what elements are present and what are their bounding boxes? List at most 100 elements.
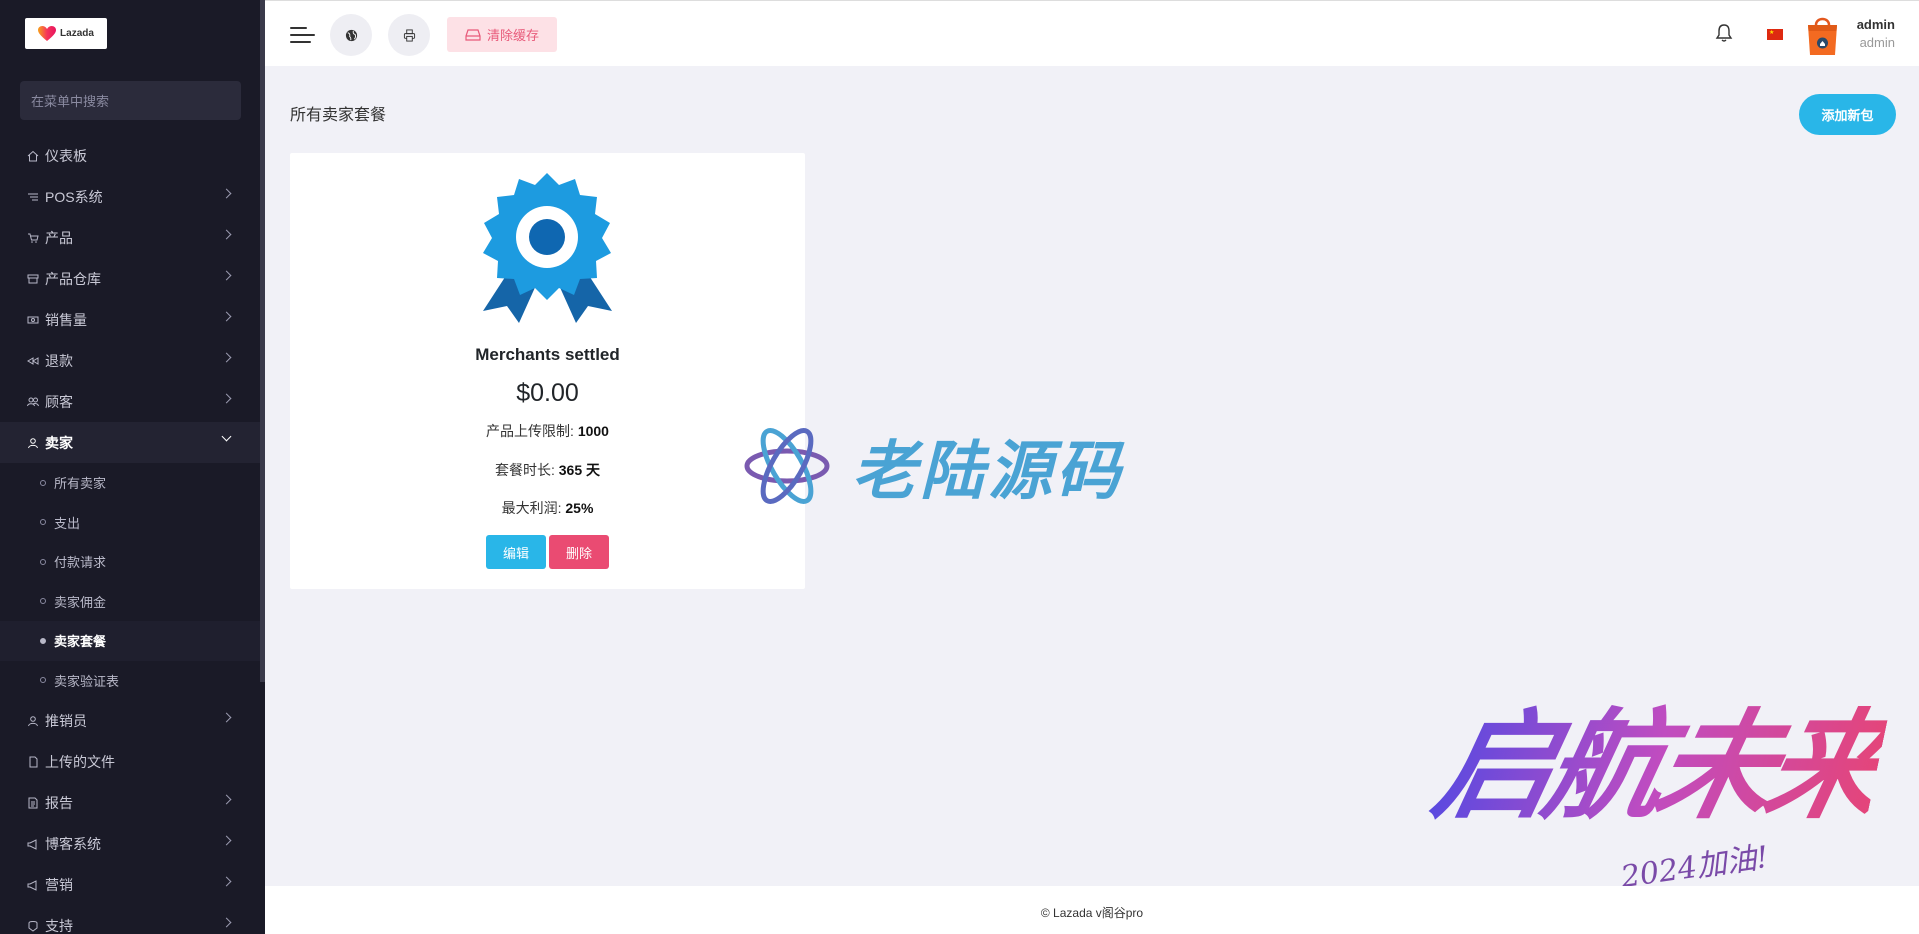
submenu-item-payouts[interactable]: 支出 [0,503,260,543]
sidebar-item-label: 上传的文件 [45,753,115,770]
bell-icon [1715,24,1733,42]
user-icon [26,436,39,449]
chevron-right-icon [221,311,232,322]
add-package-button[interactable]: 添加新包 [1799,94,1896,135]
upload-limit-label: 产品上传限制: [486,423,574,439]
sidebar-item-warehouse[interactable]: 产品仓库 [0,258,260,299]
china-flag-icon[interactable]: ★ [1767,29,1783,40]
menu-search-input[interactable]: 在菜单中搜索 [20,81,241,120]
sidebar-item-sales[interactable]: 销售量 [0,299,260,340]
sidebar-item-label: 报告 [45,794,73,811]
atom-logo-icon [744,428,830,504]
chevron-right-icon [221,794,232,805]
menu-toggle-icon[interactable] [290,25,315,45]
edit-button[interactable]: 编辑 [486,535,546,569]
watermark-center-text: 老陆源码 [852,435,1124,509]
clear-cache-label: 清除缓存 [486,28,539,43]
sidebar-item-dashboard[interactable]: 仪表板 [0,135,260,176]
watermark-center: 老陆源码 [742,420,1124,512]
clear-cache-button[interactable]: 清除缓存 [447,17,557,52]
footer-copyright: © Lazada v阁谷pro [1040,906,1144,920]
hard-drive-icon [465,28,481,41]
notifications-button[interactable] [1715,23,1733,48]
archive-icon [26,272,39,285]
watermark-corner-text: 启航未来 [1422,670,1898,841]
sidebar-item-salesmen[interactable]: 推销员 [0,700,260,741]
chevron-right-icon [221,229,232,240]
users-icon [26,395,39,408]
sidebar-item-products[interactable]: 产品 [0,217,260,258]
submenu-label: 卖家佣金 [54,594,107,610]
package-price: $0.00 [516,379,579,407]
support-icon [26,919,39,932]
sidebar-item-label: 推销员 [45,712,87,729]
delete-button[interactable]: 删除 [549,535,609,569]
list-icon [26,190,39,203]
sidebar-item-pos[interactable]: POS系统 [0,176,260,217]
file-icon [26,755,39,768]
bullet-icon [40,598,46,605]
user-icon [26,714,39,727]
chevron-right-icon [221,835,232,846]
logo-text: Lazada [60,28,94,39]
megaphone-icon [26,837,39,850]
bullet-icon [40,519,46,526]
sidebar-item-label: 卖家 [45,434,73,451]
page-title: 所有卖家套餐 [290,107,387,124]
sidebar-item-label: 支持 [45,917,73,934]
max-profit-value: 25% [565,500,594,516]
sidebar-item-label: 仪表板 [45,147,87,164]
lazada-heart-icon [38,25,57,42]
footer: © Lazada v阁谷pro [265,886,1919,934]
chevron-right-icon [221,876,232,887]
submenu-item-commission[interactable]: 卖家佣金 [0,582,260,622]
sidebar-item-label: 产品仓库 [45,270,101,287]
sidebar-item-blog[interactable]: 博客系统 [0,823,260,864]
avatar[interactable] [1806,13,1839,57]
submenu-label: 付款请求 [54,555,107,571]
duration-value: 365 天 [558,462,601,478]
cart-icon [26,231,39,244]
globe-button[interactable] [330,14,372,56]
chevron-right-icon [221,352,232,363]
globe-icon [345,29,357,41]
bullet-icon [40,558,46,565]
sidebar-item-marketing[interactable]: 营销 [0,864,260,905]
sidebar-item-reports[interactable]: 报告 [0,782,260,823]
sidebar: Lazada 在菜单中搜索 仪表板 POS系统 产品 产品仓库 销售量 退款 顾… [0,0,265,934]
chevron-right-icon [221,270,232,281]
duration-row: 套餐时长: 365 天 [290,460,805,480]
user-name[interactable]: admin [1855,17,1895,32]
award-badge-icon [471,171,624,328]
bullet-icon [40,637,46,644]
chevron-down-icon [221,431,232,442]
submenu-item-verification-form[interactable]: 卖家验证表 [0,661,260,701]
sidebar-item-support[interactable]: 支持 [0,905,260,934]
submenu-item-payment-requests[interactable]: 付款请求 [0,542,260,582]
submenu-item-packages[interactable]: 卖家套餐 [0,621,260,661]
printer-icon [403,28,415,42]
submenu-item-all-sellers[interactable]: 所有卖家 [0,463,260,503]
upload-limit-row: 产品上传限制: 1000 [290,421,805,441]
sidebar-scrollbar[interactable] [260,0,265,682]
print-button[interactable] [388,14,430,56]
home-icon [26,149,39,162]
sidebar-item-label: 销售量 [45,311,87,328]
package-name: Merchants settled [475,345,620,364]
submenu-label: 卖家验证表 [54,673,120,689]
logo[interactable]: Lazada [25,18,107,49]
sidebar-item-uploaded-files[interactable]: 上传的文件 [0,741,260,782]
sidebar-item-refunds[interactable]: 退款 [0,340,260,381]
chevron-right-icon [221,712,232,723]
sidebar-item-customers[interactable]: 顾客 [0,381,260,422]
sidebar-item-sellers[interactable]: 卖家 [0,422,260,463]
package-card: Merchants settled $0.00 产品上传限制: 1000 套餐时… [290,153,805,589]
bullet-icon [40,479,46,486]
chevron-right-icon [221,393,232,404]
sidebar-item-label: POS系统 [45,188,103,205]
rewind-icon [26,354,39,367]
submenu-label: 卖家套餐 [54,634,107,650]
sidebar-item-label: 退款 [45,352,73,369]
sidebar-item-label: 营销 [45,876,73,893]
money-icon [26,313,39,326]
